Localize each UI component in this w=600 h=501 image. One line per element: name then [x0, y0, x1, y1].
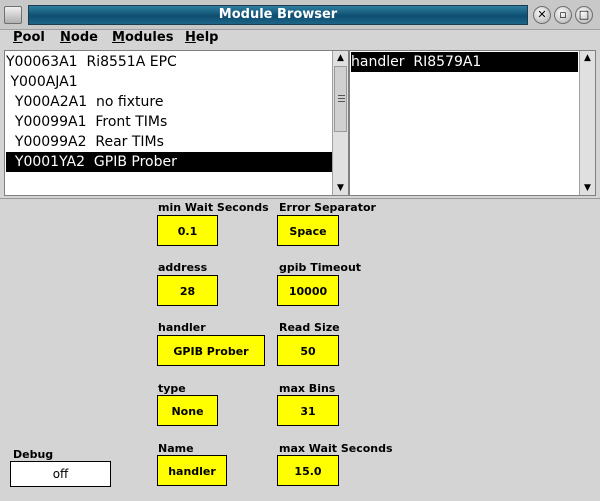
address-field[interactable]: 28 [157, 275, 218, 306]
module-row-selected[interactable]: handler RI8579A1 [351, 52, 578, 72]
menu-node[interactable]: Node [60, 29, 98, 47]
debug-label: Debug [13, 448, 54, 461]
handler-field[interactable]: GPIB Prober [157, 335, 265, 366]
node-tree-panel[interactable]: Y00063A1 Ri8551A EPC Y000AJA1 Y000A2A1 n… [4, 50, 349, 196]
scroll-thumb[interactable] [334, 66, 347, 132]
gpib-timeout-field[interactable]: 10000 [277, 275, 339, 306]
name-field[interactable]: handler [157, 455, 227, 486]
type-label: type [158, 382, 186, 395]
tree-scrollbar[interactable]: ▲ ▼ [332, 51, 348, 195]
name-label: Name [158, 442, 194, 455]
scroll-up-icon[interactable]: ▲ [333, 51, 348, 65]
modules-list-panel[interactable]: handler RI8579A1 ▲ ▼ [349, 50, 596, 196]
title-bar: Module Browser ✕ ▫ □ [0, 0, 600, 30]
menu-pool[interactable]: Pool [13, 29, 45, 47]
error-separator-label: Error Separator [279, 201, 376, 214]
grip-line [338, 101, 345, 102]
grip-line [338, 98, 345, 99]
menu-bar: Pool Node Modules Help [0, 30, 600, 48]
window-menu-icon[interactable] [4, 6, 22, 24]
menu-modules[interactable]: Modules [112, 29, 173, 47]
modules-scrollbar[interactable]: ▲ ▼ [579, 51, 595, 195]
scroll-up-icon[interactable]: ▲ [580, 51, 595, 65]
type-field[interactable]: None [157, 395, 218, 426]
address-label: address [158, 261, 208, 274]
max-wait-label: max Wait Seconds [279, 442, 393, 455]
min-wait-label: min Wait Seconds [158, 201, 269, 214]
debug-toggle[interactable]: off [10, 461, 111, 487]
close-icon[interactable]: ✕ [533, 6, 551, 24]
minimize-icon[interactable]: ▫ [554, 6, 572, 24]
tree-row[interactable]: Y000AJA1 [6, 72, 333, 92]
maximize-icon[interactable]: □ [575, 6, 593, 24]
max-bins-label: max Bins [279, 382, 336, 395]
scroll-down-icon[interactable]: ▼ [333, 181, 348, 195]
max-wait-field[interactable]: 15.0 [277, 455, 339, 486]
tree-row[interactable]: Y00099A2 Rear TIMs [6, 132, 333, 152]
menu-help[interactable]: Help [185, 29, 218, 47]
tree-row[interactable]: Y000A2A1 no fixture [6, 92, 333, 112]
window-title[interactable]: Module Browser [28, 5, 528, 25]
handler-label: handler [158, 321, 206, 334]
min-wait-field[interactable]: 0.1 [157, 215, 218, 246]
read-size-label: Read Size [279, 321, 340, 334]
max-bins-field[interactable]: 31 [277, 395, 339, 426]
gpib-timeout-label: gpib Timeout [279, 261, 362, 274]
tree-row-selected[interactable]: Y0001YA2 GPIB Prober [6, 152, 333, 172]
tree-row[interactable]: Y00099A1 Front TIMs [6, 112, 333, 132]
grip-line [338, 95, 345, 96]
error-separator-field[interactable]: Space [277, 215, 339, 246]
scroll-down-icon[interactable]: ▼ [580, 181, 595, 195]
tree-row[interactable]: Y00063A1 Ri8551A EPC [6, 52, 333, 72]
read-size-field[interactable]: 50 [277, 335, 339, 366]
